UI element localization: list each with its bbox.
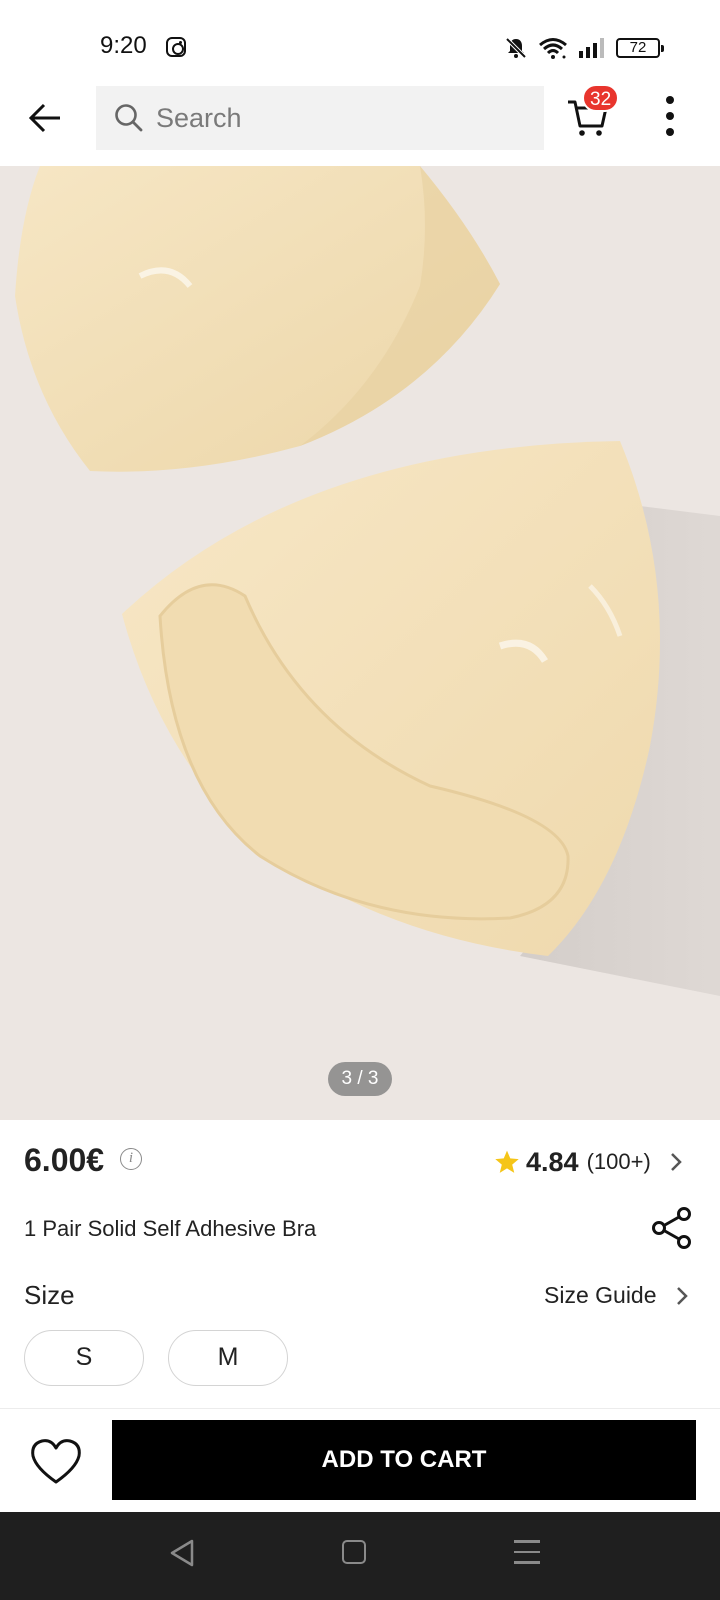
nav-back-icon[interactable] [168, 1538, 196, 1568]
share-icon[interactable] [650, 1206, 694, 1250]
mute-icon [505, 37, 527, 59]
system-navigation-bar [0, 1512, 720, 1600]
nav-home-icon[interactable] [342, 1540, 366, 1564]
size-label: Size [24, 1280, 75, 1310]
product-photo [15, 166, 720, 996]
status-time: 9:20 [100, 32, 147, 59]
more-options-icon[interactable] [664, 96, 676, 140]
cart-count-badge: 32 [582, 84, 620, 112]
status-bar: 9:20 72 [0, 0, 720, 84]
rating-value: 4.84 [526, 1146, 579, 1177]
chevron-right-icon [670, 1153, 682, 1171]
instagram-icon [166, 37, 186, 57]
review-count: (100+) [586, 1149, 651, 1174]
chevron-right-icon [676, 1286, 688, 1305]
size-guide-link[interactable]: Size Guide [544, 1282, 689, 1309]
info-icon[interactable]: i [120, 1148, 142, 1170]
search-icon [115, 104, 143, 132]
size-guide-label: Size Guide [544, 1282, 657, 1308]
image-counter: 3 / 3 [328, 1062, 392, 1096]
status-icons: 72 [504, 34, 664, 62]
product-image-gallery[interactable]: 3 / 3 [0, 166, 720, 1120]
heart-icon[interactable] [28, 1434, 84, 1490]
back-arrow-icon[interactable] [26, 98, 66, 138]
product-title: 1 Pair Solid Self Adhesive Bra [24, 1216, 317, 1241]
divider [0, 1408, 720, 1409]
size-option-s[interactable]: S [24, 1330, 144, 1386]
wifi-icon [539, 38, 567, 59]
signal-icon [579, 38, 604, 58]
size-option-m[interactable]: M [168, 1330, 288, 1386]
add-to-cart-button[interactable]: ADD TO CART [112, 1420, 696, 1500]
battery-icon: 72 [616, 38, 664, 58]
product-price: 6.00€ [24, 1142, 105, 1178]
search-placeholder: Search [156, 102, 242, 133]
rating-summary[interactable]: 4.84 (100+) [494, 1144, 683, 1180]
nav-menu-icon[interactable] [514, 1540, 540, 1566]
top-nav: Search 32 [0, 84, 720, 166]
star-icon [495, 1150, 519, 1173]
search-input[interactable]: Search [96, 86, 544, 150]
